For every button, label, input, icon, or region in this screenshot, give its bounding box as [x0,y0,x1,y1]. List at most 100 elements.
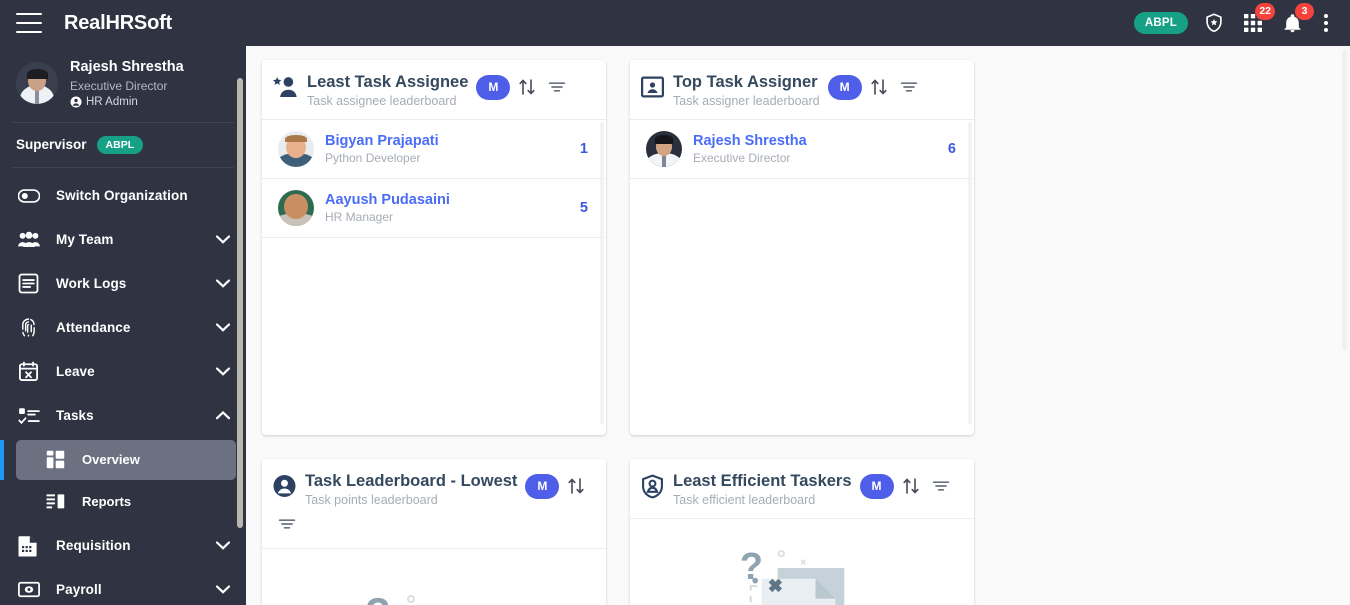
card-body: ? [630,519,974,605]
filter-icon[interactable] [274,511,300,537]
person-circle-icon [272,474,297,503]
card-header-text: Task Leaderboard - Lowest Task points le… [305,472,517,507]
chevron-down-icon[interactable] [216,539,230,553]
period-badge[interactable]: M [859,473,894,499]
card-header-actions: M [525,473,589,499]
sidebar-item-work-logs[interactable]: Work Logs [0,262,246,306]
sidebar-supervisor-row[interactable]: Supervisor ABPL [0,123,246,167]
card-header-text: Top Task Assigner Task assigner leaderbo… [673,73,820,108]
money-icon [18,581,42,598]
sort-arrows-icon[interactable] [563,473,589,499]
chevron-down-icon[interactable] [216,233,230,247]
card-title: Least Task Assignee [307,73,469,91]
sidebar-scroll-area: Rajesh Shrestha Executive Director HR Ad… [0,46,246,605]
sidebar-item-leave[interactable]: Leave [0,350,246,394]
sidebar-label: Work Logs [56,276,127,292]
empty-state: ? [630,519,974,605]
leaderboard-row[interactable]: Rajesh Shrestha Executive Director 6 [630,120,974,179]
svg-text:?: ? [740,546,763,588]
row-name[interactable]: Aayush Pudasaini [325,192,570,209]
shield-person-icon [640,474,665,504]
row-name[interactable]: Bigyan Prajapati [325,133,570,150]
chevron-down-icon[interactable] [216,277,230,291]
sidebar-subitem-overview[interactable]: Overview [0,439,236,480]
row-count: 1 [579,140,588,157]
card-header-actions: M [827,74,922,100]
profile-avatar [16,61,58,104]
card-header-actions-second-row [272,511,594,537]
card-subtitle: Task assigner leaderboard [673,93,820,108]
card-header: Task Leaderboard - Lowest Task points le… [262,459,606,549]
row-count: 6 [947,140,956,157]
card-title: Least Efficient Taskers [673,472,852,490]
sidebar-item-tasks[interactable]: Tasks [0,394,246,438]
more-vertical-icon[interactable] [1318,14,1334,32]
avatar [278,189,314,226]
supervisor-label: Supervisor [16,137,87,153]
card-least-efficient-taskers: Least Efficient Taskers Task efficient l… [630,459,974,605]
empty-state: ? [262,549,606,605]
sidebar-label: Requisition [56,538,131,554]
card-body: Rajesh Shrestha Executive Director 6 [630,120,974,435]
app-brand-title: RealHRSoft [64,11,173,34]
sidebar-item-my-team[interactable]: My Team [0,218,246,262]
sidebar-scrollbar[interactable] [237,78,243,528]
card-top-task-assigner: Top Task Assigner Task assigner leaderbo… [630,60,974,435]
period-badge[interactable]: M [827,74,862,100]
sidebar-subitem-reports[interactable]: Reports [16,482,236,522]
chevron-down-icon[interactable] [216,365,230,379]
row-role: HR Manager [325,210,394,225]
id-card-icon [640,75,665,104]
avatar [278,130,314,167]
shield-star-icon[interactable] [1201,10,1227,36]
card-scrollbar[interactable] [600,121,604,425]
card-least-task-assignee: Least Task Assignee Task assignee leader… [262,60,606,435]
apps-grid-icon[interactable]: 22 [1240,3,1275,36]
main-scrollbar[interactable] [1342,50,1347,350]
task-list-icon [18,407,42,425]
sidebar-label: Payroll [56,582,102,598]
bell-icon[interactable]: 3 [1279,3,1314,36]
top-app-bar: RealHRSoft ABPL 22 3 [0,0,1350,46]
card-title: Top Task Assigner [673,73,818,91]
chevron-down-icon[interactable] [216,321,230,335]
hamburger-menu-icon[interactable] [16,13,42,33]
sidebar-nav: Switch Organization My Team Work Logs At… [0,168,246,605]
chevron-down-icon[interactable] [216,583,230,597]
sidebar-item-requisition[interactable]: Requisition [0,524,246,568]
card-header: Least Efficient Taskers Task efficient l… [630,459,974,519]
row-role: Executive Director [693,151,791,166]
period-badge[interactable]: M [476,74,511,100]
people-icon [18,231,42,248]
sidebar-item-switch-organization[interactable]: Switch Organization [0,174,246,218]
sort-arrows-icon[interactable] [514,74,540,100]
organization-pill[interactable]: ABPL [1133,12,1188,34]
profile-admin-label: HR Admin [86,95,138,108]
sidebar-subitem-label: Overview [82,452,140,468]
card-header-actions: M [859,473,954,499]
filter-icon[interactable] [928,473,954,499]
row-text: Rajesh Shrestha Executive Director [693,133,938,165]
card-header-actions: M [476,74,570,100]
leaderboard-row[interactable]: Bigyan Prajapati Python Developer 1 [262,120,606,179]
sidebar-item-attendance[interactable]: Attendance [0,306,246,350]
sort-arrows-icon[interactable] [866,74,892,100]
leaderboard-row[interactable]: Aayush Pudasaini HR Manager 5 [262,179,606,238]
period-badge[interactable]: M [525,473,560,499]
row-name[interactable]: Rajesh Shrestha [693,133,938,150]
profile-admin-row: HR Admin [70,96,184,108]
sort-arrows-icon[interactable] [898,473,924,499]
card-subtitle: Task efficient leaderboard [673,492,816,507]
sidebar-label: Leave [56,364,95,380]
report-bars-icon [46,493,68,511]
sidebar-profile[interactable]: Rajesh Shrestha Executive Director HR Ad… [0,46,246,122]
sidebar-item-payroll[interactable]: Payroll [0,568,246,605]
svg-text:?: ? [365,589,391,605]
chevron-up-icon[interactable] [216,409,230,423]
sidebar-label: Tasks [56,408,94,424]
card-scrollbar[interactable] [968,121,972,425]
filter-icon[interactable] [896,74,922,100]
supervisor-org-pill: ABPL [96,135,144,154]
card-body: Bigyan Prajapati Python Developer 1 Aayu… [262,120,606,435]
filter-icon[interactable] [544,74,570,100]
